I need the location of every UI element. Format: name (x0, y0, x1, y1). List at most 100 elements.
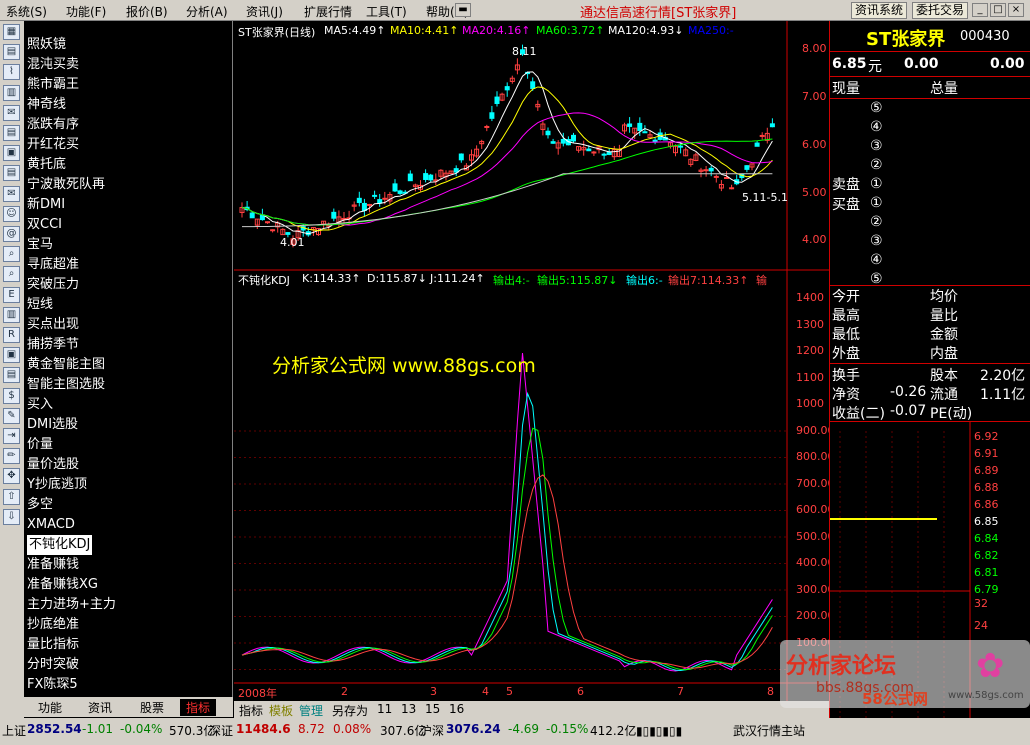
tab-save-as[interactable]: 另存为 (332, 702, 368, 719)
formula-item[interactable]: 涨跌有序 (27, 115, 79, 135)
rsi-icon[interactable]: R (3, 327, 20, 343)
chart-icon[interactable]: ▥ (3, 306, 20, 323)
line-chart-icon[interactable]: ⌇ (3, 64, 20, 81)
grid-icon[interactable]: ▦ (3, 24, 20, 40)
down-arrow-icon[interactable]: ⇩ (3, 508, 20, 525)
calc-icon[interactable]: ▣ (3, 145, 20, 162)
move-icon[interactable]: ✥ (3, 468, 20, 485)
formula-item[interactable]: 神奇线 (27, 95, 66, 115)
formula-item[interactable]: 宝马 (27, 235, 53, 255)
formula-item[interactable]: FX陈琛5 (27, 675, 78, 695)
stat-cell: 今开 (832, 289, 860, 305)
menu-function[interactable]: 功能(F) (66, 3, 106, 20)
formula-item[interactable]: 主力进场+主力 (27, 595, 116, 615)
at-icon[interactable]: @ (3, 226, 20, 242)
minimize-icon[interactable]: _ (972, 3, 988, 17)
formula-item[interactable]: 照妖镜 (27, 35, 66, 55)
formula-item[interactable]: 宁波敢死队再 (27, 175, 105, 195)
server-station[interactable]: 武汉行情主站 (733, 722, 805, 739)
formula-item[interactable]: 黄托底 (27, 155, 66, 175)
menu-system[interactable]: 系统(S) (6, 3, 47, 20)
menu-tools[interactable]: 工具(T) (366, 3, 407, 20)
dollar-icon[interactable]: $ (3, 387, 20, 404)
formula-item[interactable]: DMI选股 (27, 415, 78, 435)
tab-15[interactable]: 15 (425, 702, 440, 716)
formula-item[interactable]: 不钝化KDJ (27, 535, 93, 555)
search-icon[interactable]: ⌕ (3, 266, 20, 283)
tab-11[interactable]: 11 (377, 702, 392, 716)
formula-item[interactable]: 捕捞季节 (27, 335, 79, 355)
mdi-minimize-icon[interactable]: ▬ (455, 3, 471, 17)
close-icon[interactable]: × (1008, 3, 1024, 17)
tab-manage[interactable]: 管理 (299, 702, 323, 719)
menu-extended[interactable]: 扩展行情 (304, 3, 352, 20)
tab-stocks[interactable]: 股票 (140, 699, 164, 716)
quote-panel: ST张家界 000430 6.85 元 0.00 0.00 现量 总量 ⑤ ④ ③ ②… (829, 21, 1030, 718)
table-icon[interactable]: ▤ (3, 125, 20, 141)
bar-chart-icon[interactable]: ▥ (3, 84, 20, 101)
tab-indicator-bottom[interactable]: 指标 (239, 702, 263, 719)
formula-item[interactable]: 混沌买卖 (27, 55, 79, 75)
formula-item[interactable]: 准备赚钱XG (27, 575, 98, 595)
formula-item[interactable]: 寻底超准 (27, 255, 79, 275)
menu-news[interactable]: 资讯(J) (246, 3, 283, 20)
magnify-icon[interactable]: ⌕ (3, 246, 20, 263)
tools-icon[interactable]: ✎ (3, 407, 20, 424)
formula-item[interactable]: 双CCI (27, 215, 62, 235)
pencil-icon[interactable]: ✏ (3, 448, 20, 465)
mail-icon[interactable]: ✉ (3, 185, 20, 202)
formula-item[interactable]: 短线 (27, 295, 53, 315)
formula-item[interactable]: 突破压力 (27, 275, 79, 295)
table-icon[interactable]: ▤ (3, 165, 20, 182)
stat-cell: 2.20亿 (980, 368, 1026, 384)
news-system-button[interactable]: 资讯系统 (851, 2, 908, 19)
book-level: ④ (870, 252, 883, 268)
up-arrow-icon[interactable]: ⇧ (3, 488, 20, 505)
hs-amount: 412.2亿 (590, 724, 637, 738)
tab-function[interactable]: 功能 (38, 699, 62, 716)
candle-body (489, 112, 495, 119)
candle-body (265, 221, 270, 224)
sheet-icon[interactable]: ▤ (3, 367, 20, 384)
formula-item[interactable]: 多空 (27, 495, 53, 515)
tab-13[interactable]: 13 (401, 702, 416, 716)
trade-button[interactable]: 委托交易 (912, 2, 969, 19)
candle-body (637, 122, 643, 132)
export-icon[interactable]: ⇥ (3, 428, 20, 444)
sz-index: 11484.6 (236, 722, 291, 736)
calc-icon[interactable]: ▣ (3, 347, 20, 364)
news-icon[interactable]: ✉ (3, 104, 20, 121)
formula-item[interactable]: 智能主图选股 (27, 375, 105, 395)
formula-item[interactable]: 熊市霸王 (27, 75, 79, 95)
formula-item[interactable]: 买点出现 (27, 315, 79, 335)
formula-item[interactable]: 分时突破 (27, 655, 79, 675)
formula-item[interactable]: 价量 (27, 435, 53, 455)
tab-template[interactable]: 模板 (269, 702, 293, 719)
menu-quote[interactable]: 报价(B) (126, 3, 168, 20)
current-volume-label: 现量 (832, 81, 860, 97)
buy-side-label: 买盘 (832, 197, 860, 213)
tab-16[interactable]: 16 (449, 702, 464, 716)
formula-item[interactable]: Y抄底逃顶 (27, 475, 87, 495)
formula-item[interactable]: 准备赚钱 (27, 555, 79, 575)
users-icon[interactable]: ☺ (3, 205, 20, 222)
formula-item[interactable]: 黄金智能主图 (27, 355, 105, 375)
status-bar: 上证 2852.54 -1.01 -0.04% 570.3亿 深证 11484.… (0, 718, 1030, 745)
maximize-icon[interactable]: □ (990, 3, 1006, 17)
formula-item[interactable]: XMACD (27, 515, 75, 535)
formula-item[interactable]: 新DMI (27, 195, 65, 215)
table-icon[interactable]: ▤ (3, 44, 20, 61)
formula-item[interactable]: 抄底绝准 (27, 615, 79, 635)
tab-news[interactable]: 资讯 (88, 699, 112, 716)
candle-body (560, 138, 566, 144)
formula-item[interactable]: 量价选股 (27, 455, 79, 475)
stat-cell: 内盘 (930, 346, 958, 362)
tab-indicator[interactable]: 指标 (180, 699, 217, 716)
formula-item[interactable]: 量比指标 (27, 635, 79, 655)
menu-analysis[interactable]: 分析(A) (186, 3, 228, 20)
et-icon[interactable]: E (3, 286, 20, 303)
formula-item[interactable]: 开红花买 (27, 135, 79, 155)
chart-area[interactable]: ST张家界(日线) MA5:4.49↑ MA10:4.41↑ MA20:4.16… (234, 21, 835, 719)
stat-cell: 最低 (832, 327, 860, 343)
formula-item[interactable]: 买入 (27, 395, 53, 415)
